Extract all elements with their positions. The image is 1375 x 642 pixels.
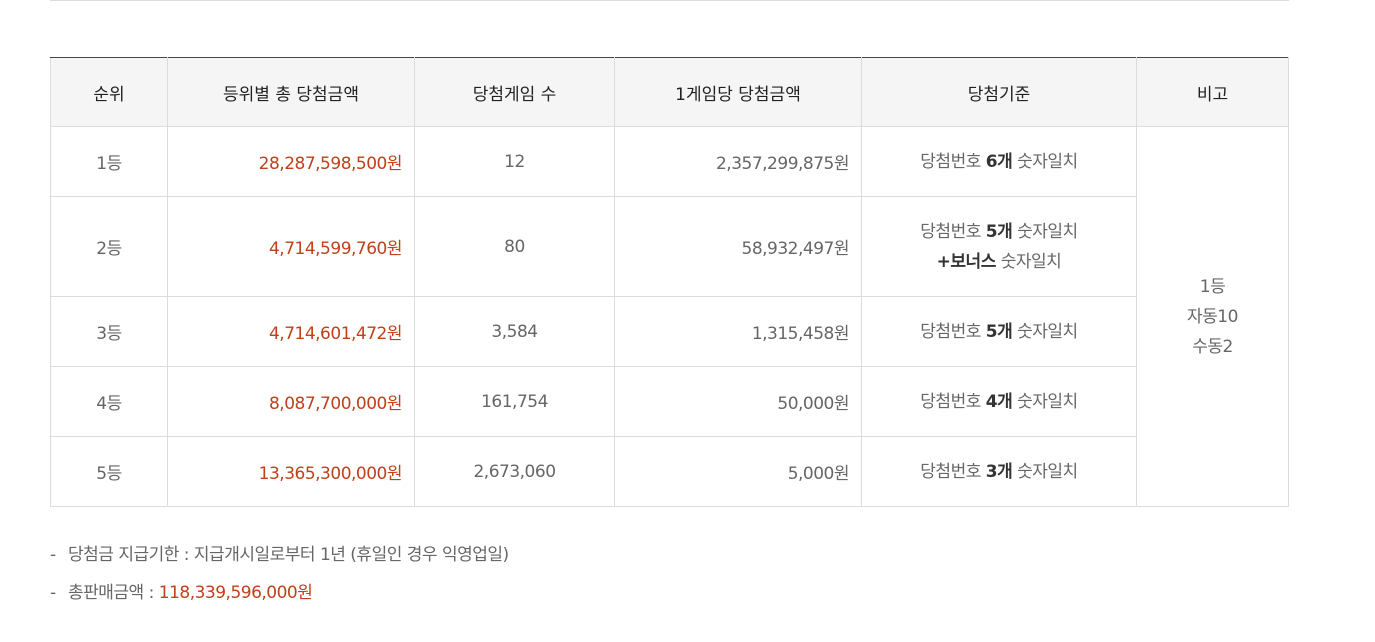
note-dash: - — [50, 545, 56, 565]
winner-count-cell: 80 — [414, 196, 615, 297]
total-amount-cell: 4,714,599,760원 — [167, 196, 415, 297]
criteria-cell: 당첨번호 6개 숫자일치 — [861, 126, 1137, 197]
rank-cell: 2등 — [50, 196, 168, 297]
rank-cell: 3등 — [50, 296, 168, 367]
previous-section-box — [50, 0, 1289, 1]
table-row: 2등 4,714,599,760원 80 58,932,497원 당첨번호 5개… — [50, 196, 1289, 297]
per-game-amount-cell: 2,357,299,875원 — [614, 126, 862, 197]
remark-line: 자동10 — [1187, 306, 1238, 327]
table-row: 4등 8,087,700,000원 161,754 50,000원 당첨번호 4… — [50, 366, 1289, 437]
note-dash: - — [50, 583, 56, 603]
criteria-cell: 당첨번호 3개 숫자일치 — [861, 436, 1137, 507]
table-header-row: 순위 등위별 총 당첨금액 당첨게임 수 1게임당 당첨금액 당첨기준 비고 — [50, 57, 1289, 127]
table-row: 5등 13,365,300,000원 2,673,060 5,000원 당첨번호… — [50, 436, 1289, 507]
criteria-cell: 당첨번호 5개 숫자일치 +보너스 숫자일치 — [861, 196, 1137, 297]
notes-list: - 당첨금 지급기한 : 지급개시일로부터 1년 (휴일인 경우 익영업일) -총… — [50, 540, 509, 616]
winner-count-cell: 12 — [414, 126, 615, 197]
total-amount-cell: 8,087,700,000원 — [167, 366, 415, 437]
total-amount-cell: 4,714,601,472원 — [167, 296, 415, 367]
header-criteria: 당첨기준 — [861, 57, 1137, 127]
remark-line: 수동2 — [1192, 336, 1233, 357]
header-per-game-amount: 1게임당 당첨금액 — [614, 57, 862, 127]
winner-count-cell: 3,584 — [414, 296, 615, 367]
table-row: 3등 4,714,601,472원 3,584 1,315,458원 당첨번호 … — [50, 296, 1289, 367]
winner-count-cell: 161,754 — [414, 366, 615, 437]
prize-table: 순위 등위별 총 당첨금액 당첨게임 수 1게임당 당첨금액 당첨기준 비고 1… — [50, 57, 1289, 507]
winner-count-cell: 2,673,060 — [414, 436, 615, 507]
per-game-amount-cell: 1,315,458원 — [614, 296, 862, 367]
rank-cell: 5등 — [50, 436, 168, 507]
header-total-amount: 등위별 총 당첨금액 — [167, 57, 415, 127]
per-game-amount-cell: 58,932,497원 — [614, 196, 862, 297]
per-game-amount-cell: 5,000원 — [614, 436, 862, 507]
note-sales-value: 118,339,596,000원 — [158, 583, 313, 603]
header-winner-count: 당첨게임 수 — [414, 57, 615, 127]
table-row: 1등 28,287,598,500원 12 2,357,299,875원 당첨번… — [50, 126, 1289, 507]
criteria-cell: 당첨번호 4개 숫자일치 — [861, 366, 1137, 437]
per-game-amount-cell: 50,000원 — [614, 366, 862, 437]
criteria-cell: 당첨번호 5개 숫자일치 — [861, 296, 1137, 367]
header-remarks: 비고 — [1136, 57, 1289, 127]
note-sales-label: 총판매금액 : — [68, 583, 159, 603]
remarks-cell: 1등 자동10 수동2 — [1136, 126, 1289, 507]
note-deadline: - 당첨금 지급기한 : 지급개시일로부터 1년 (휴일인 경우 익영업일) — [50, 540, 509, 578]
total-amount-cell: 13,365,300,000원 — [167, 436, 415, 507]
note-deadline-text: 당첨금 지급기한 : 지급개시일로부터 1년 (휴일인 경우 익영업일) — [68, 545, 509, 565]
remark-line: 1등 — [1199, 276, 1226, 297]
note-total-sales: - 총판매금액 : 118,339,596,000원 — [50, 578, 509, 616]
header-rank: 순위 — [50, 57, 168, 127]
rank-cell: 1등 — [50, 126, 168, 197]
rank-cell: 4등 — [50, 366, 168, 437]
total-amount-cell: 28,287,598,500원 — [167, 126, 415, 197]
